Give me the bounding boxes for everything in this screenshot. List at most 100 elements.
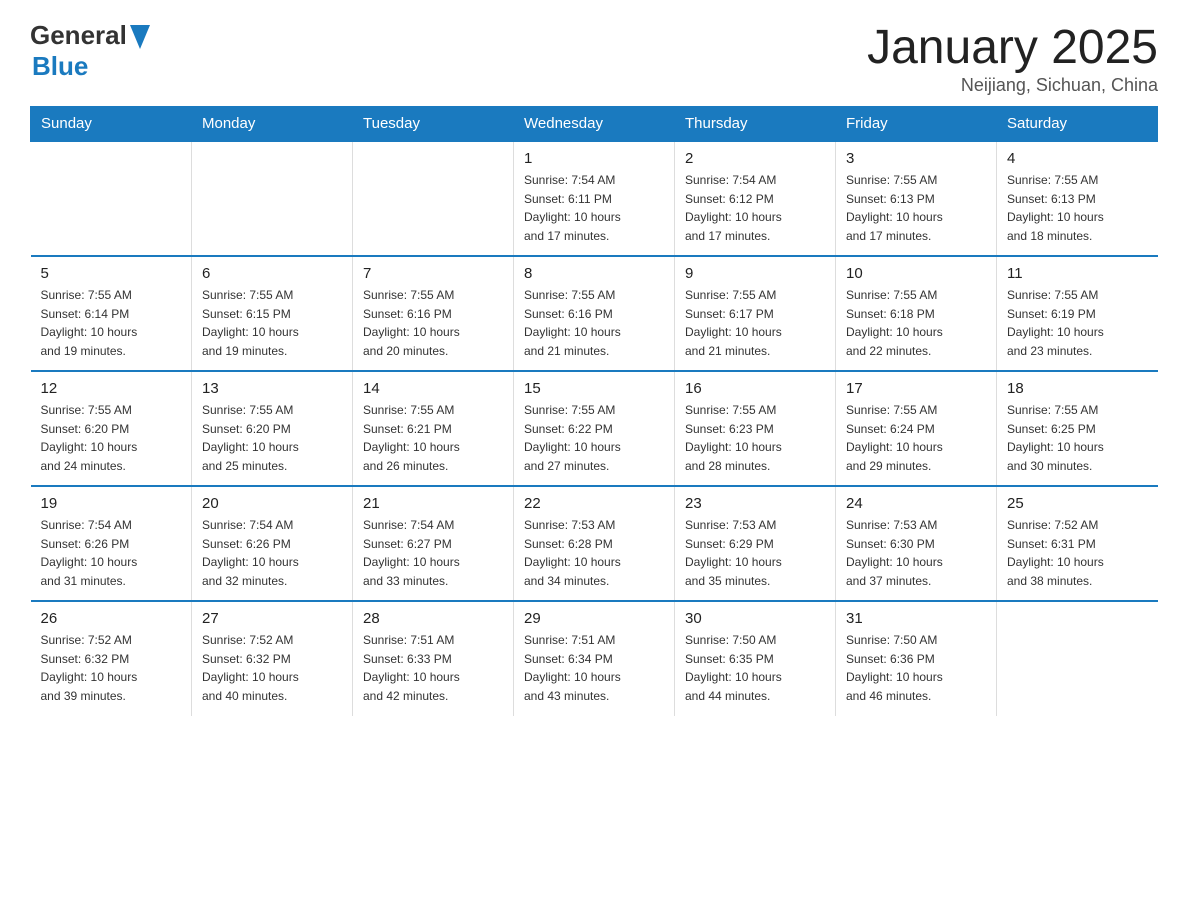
logo-triangle-icon: [130, 25, 150, 49]
page-header: GeneralBlue January 2025Neijiang, Sichuan…: [30, 20, 1158, 96]
weekday-header-friday: Friday: [836, 107, 997, 142]
day-info: Sunrise: 7:55 AMSunset: 6:21 PMDaylight:…: [363, 401, 503, 475]
calendar-week-row: 1 Sunrise: 7:54 AMSunset: 6:11 PMDaylight…: [31, 141, 1158, 256]
day-number: 28: [363, 610, 503, 627]
day-info: Sunrise: 7:55 AMSunset: 6:15 PMDaylight:…: [202, 286, 342, 360]
calendar-cell: 11 Sunrise: 7:55 AMSunset: 6:19 PMDayligh…: [997, 256, 1158, 371]
day-number: 26: [41, 610, 182, 627]
calendar-cell: 14 Sunrise: 7:55 AMSunset: 6:21 PMDayligh…: [353, 371, 514, 486]
day-number: 30: [685, 610, 825, 627]
day-number: 18: [1007, 380, 1148, 397]
day-number: 2: [685, 150, 825, 167]
day-number: 29: [524, 610, 664, 627]
calendar-cell: 23Sunrise: 7:53 AMSunset: 6:29 PMDayligh…: [675, 486, 836, 601]
day-number: 16: [685, 380, 825, 397]
day-number: 12: [41, 380, 182, 397]
day-info: Sunrise: 7:55 AMSunset: 6:13 PMDaylight:…: [846, 171, 986, 245]
day-info: Sunrise: 7:53 AMSunset: 6:29 PMDaylight:…: [685, 516, 825, 590]
logo-general-text: General: [30, 20, 127, 51]
day-info: Sunrise: 7:55 AMSunset: 6:23 PMDaylight:…: [685, 401, 825, 475]
day-number: 9: [685, 265, 825, 282]
day-info: Sunrise: 7:55 AMSunset: 6:25 PMDaylight:…: [1007, 401, 1148, 475]
calendar-cell: 4 Sunrise: 7:55 AMSunset: 6:13 PMDaylight…: [997, 141, 1158, 256]
day-info: Sunrise: 7:54 AMSunset: 6:26 PMDaylight:…: [41, 516, 182, 590]
calendar-cell: 26 Sunrise: 7:52 AMSunset: 6:32 PMDayligh…: [31, 601, 192, 716]
day-number: 5: [41, 265, 182, 282]
calendar-cell: 8 Sunrise: 7:55 AMSunset: 6:16 PMDaylight…: [514, 256, 675, 371]
day-info: Sunrise: 7:54 AMSunset: 6:11 PMDaylight:…: [524, 171, 664, 245]
day-info: Sunrise: 7:50 AMSunset: 6:35 PMDaylight:…: [685, 631, 825, 705]
logo: GeneralBlue: [30, 20, 150, 82]
day-info: Sunrise: 7:55 AMSunset: 6:14 PMDaylight:…: [41, 286, 182, 360]
weekday-header-tuesday: Tuesday: [353, 107, 514, 142]
day-info: Sunrise: 7:54 AMSunset: 6:12 PMDaylight:…: [685, 171, 825, 245]
weekday-header-saturday: Saturday: [997, 107, 1158, 142]
day-number: 1: [524, 150, 664, 167]
day-info: Sunrise: 7:52 AMSunset: 6:32 PMDaylight:…: [41, 631, 182, 705]
calendar-cell: 21Sunrise: 7:54 AMSunset: 6:27 PMDayligh…: [353, 486, 514, 601]
calendar-cell: 22 Sunrise: 7:53 AMSunset: 6:28 PMDayligh…: [514, 486, 675, 601]
day-info: Sunrise: 7:55 AMSunset: 6:18 PMDaylight:…: [846, 286, 986, 360]
weekday-header-monday: Monday: [192, 107, 353, 142]
weekday-header-sunday: Sunday: [31, 107, 192, 142]
calendar-cell: 30 Sunrise: 7:50 AMSunset: 6:35 PMDayligh…: [675, 601, 836, 716]
day-info: Sunrise: 7:55 AMSunset: 6:19 PMDaylight:…: [1007, 286, 1148, 360]
day-info: Sunrise: 7:55 AMSunset: 6:13 PMDaylight:…: [1007, 171, 1148, 245]
day-number: 22: [524, 495, 664, 512]
weekday-header-row: SundayMondayTuesdayWednesdayThursdayFrid…: [31, 107, 1158, 142]
day-info: Sunrise: 7:55 AMSunset: 6:22 PMDaylight:…: [524, 401, 664, 475]
calendar-cell: [31, 141, 192, 256]
day-info: Sunrise: 7:53 AMSunset: 6:30 PMDaylight:…: [846, 516, 986, 590]
day-number: 31: [846, 610, 986, 627]
calendar-title: January 2025: [867, 20, 1158, 75]
day-number: 13: [202, 380, 342, 397]
logo-blue-text: Blue: [32, 51, 88, 81]
calendar-cell: 7 Sunrise: 7:55 AMSunset: 6:16 PMDaylight…: [353, 256, 514, 371]
calendar-cell: 1 Sunrise: 7:54 AMSunset: 6:11 PMDaylight…: [514, 141, 675, 256]
calendar-week-row: 26 Sunrise: 7:52 AMSunset: 6:32 PMDayligh…: [31, 601, 1158, 716]
day-number: 7: [363, 265, 503, 282]
calendar-cell: [192, 141, 353, 256]
calendar-cell: 28 Sunrise: 7:51 AMSunset: 6:33 PMDayligh…: [353, 601, 514, 716]
day-number: 3: [846, 150, 986, 167]
calendar-cell: 18 Sunrise: 7:55 AMSunset: 6:25 PMDayligh…: [997, 371, 1158, 486]
calendar-cell: 9Sunrise: 7:55 AMSunset: 6:17 PMDaylight…: [675, 256, 836, 371]
day-number: 4: [1007, 150, 1148, 167]
day-info: Sunrise: 7:52 AMSunset: 6:32 PMDaylight:…: [202, 631, 342, 705]
calendar-cell: 13 Sunrise: 7:55 AMSunset: 6:20 PMDayligh…: [192, 371, 353, 486]
day-number: 15: [524, 380, 664, 397]
calendar-cell: 20 Sunrise: 7:54 AMSunset: 6:26 PMDayligh…: [192, 486, 353, 601]
calendar-header: SundayMondayTuesdayWednesdayThursdayFrid…: [31, 107, 1158, 142]
day-number: 24: [846, 495, 986, 512]
day-number: 10: [846, 265, 986, 282]
calendar-cell: 29Sunrise: 7:51 AMSunset: 6:34 PMDayligh…: [514, 601, 675, 716]
day-number: 20: [202, 495, 342, 512]
calendar-cell: 24 Sunrise: 7:53 AMSunset: 6:30 PMDayligh…: [836, 486, 997, 601]
calendar-cell: [353, 141, 514, 256]
calendar-table: SundayMondayTuesdayWednesdayThursdayFrid…: [30, 106, 1158, 716]
day-number: 21: [363, 495, 503, 512]
day-number: 11: [1007, 265, 1148, 282]
day-info: Sunrise: 7:53 AMSunset: 6:28 PMDaylight:…: [524, 516, 664, 590]
calendar-cell: 17Sunrise: 7:55 AMSunset: 6:24 PMDayligh…: [836, 371, 997, 486]
day-number: 27: [202, 610, 342, 627]
day-info: Sunrise: 7:55 AMSunset: 6:16 PMDaylight:…: [524, 286, 664, 360]
day-info: Sunrise: 7:51 AMSunset: 6:33 PMDaylight:…: [363, 631, 503, 705]
calendar-cell: [997, 601, 1158, 716]
day-info: Sunrise: 7:54 AMSunset: 6:26 PMDaylight:…: [202, 516, 342, 590]
day-number: 25: [1007, 495, 1148, 512]
day-number: 8: [524, 265, 664, 282]
day-number: 6: [202, 265, 342, 282]
calendar-cell: 19Sunrise: 7:54 AMSunset: 6:26 PMDayligh…: [31, 486, 192, 601]
calendar-cell: 25 Sunrise: 7:52 AMSunset: 6:31 PMDayligh…: [997, 486, 1158, 601]
calendar-cell: 6 Sunrise: 7:55 AMSunset: 6:15 PMDaylight…: [192, 256, 353, 371]
day-info: Sunrise: 7:55 AMSunset: 6:16 PMDaylight:…: [363, 286, 503, 360]
calendar-cell: 31Sunrise: 7:50 AMSunset: 6:36 PMDayligh…: [836, 601, 997, 716]
calendar-week-row: 5 Sunrise: 7:55 AMSunset: 6:14 PMDaylight…: [31, 256, 1158, 371]
day-info: Sunrise: 7:55 AMSunset: 6:20 PMDaylight:…: [202, 401, 342, 475]
calendar-week-row: 19Sunrise: 7:54 AMSunset: 6:26 PMDayligh…: [31, 486, 1158, 601]
day-info: Sunrise: 7:52 AMSunset: 6:31 PMDaylight:…: [1007, 516, 1148, 590]
day-number: 14: [363, 380, 503, 397]
calendar-subtitle: Neijiang, Sichuan, China: [867, 75, 1158, 96]
calendar-cell: 5 Sunrise: 7:55 AMSunset: 6:14 PMDaylight…: [31, 256, 192, 371]
